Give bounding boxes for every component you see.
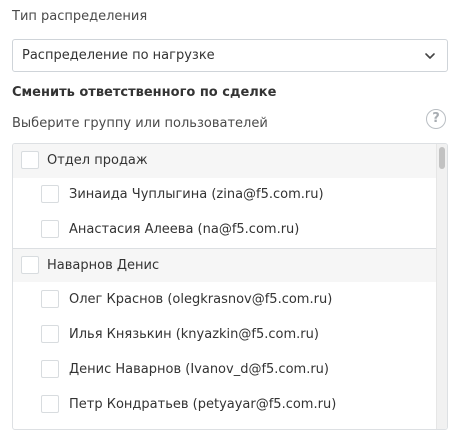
user-checkbox[interactable] (41, 325, 59, 343)
user-label: Анастасия Алеева (na@f5.com.ru) (69, 222, 300, 237)
user-row[interactable]: Зинаида Чуплыгина (zina@f5.com.ru) (13, 178, 437, 212)
distribution-type-value: Распределение по нагрузке (22, 48, 215, 63)
help-icon[interactable]: ? (426, 109, 446, 129)
user-row[interactable]: Анастасия Алеева (na@f5.com.ru) (13, 213, 437, 247)
user-checkbox[interactable] (41, 220, 59, 238)
distribution-type-select[interactable]: Распределение по нагрузке (12, 39, 448, 72)
user-row[interactable]: Денис Наварнов (Ivanov_d@f5.com.ru) (13, 353, 437, 387)
user-checkbox[interactable] (41, 360, 59, 378)
group-label: Наварнов Денис (47, 258, 160, 273)
group-checkbox[interactable] (21, 256, 39, 274)
user-label: Илья Князькин (knyazkin@f5.com.ru) (69, 327, 319, 342)
user-row[interactable]: Илья Князькин (knyazkin@f5.com.ru) (13, 318, 437, 352)
user-row[interactable]: Олег Краснов (olegkrasnov@f5.com.ru) (13, 283, 437, 317)
group-row[interactable]: Наварнов Денис (13, 248, 437, 282)
assignee-list: Отдел продаж Зинаида Чуплыгина (zina@f5.c… (12, 143, 448, 430)
group-checkbox[interactable] (21, 151, 39, 169)
list-scrollbar[interactable] (436, 144, 447, 429)
user-checkbox[interactable] (41, 290, 59, 308)
chevron-down-icon (425, 53, 435, 59)
select-hint: Выберите группу или пользователей (12, 116, 268, 131)
group-row[interactable]: Отдел продаж (13, 144, 437, 178)
user-label: Зинаида Чуплыгина (zina@f5.com.ru) (69, 187, 324, 202)
user-checkbox[interactable] (41, 185, 59, 203)
user-checkbox[interactable] (41, 395, 59, 413)
user-row[interactable]: Петр Кондратьев (petyayar@f5.com.ru) (13, 388, 437, 422)
scrollbar-thumb[interactable] (439, 147, 445, 169)
group-label: Отдел продаж (47, 153, 148, 168)
user-label: Олег Краснов (olegkrasnov@f5.com.ru) (69, 292, 333, 307)
user-label: Денис Наварнов (Ivanov_d@f5.com.ru) (69, 362, 329, 377)
user-label: Петр Кондратьев (petyayar@f5.com.ru) (69, 397, 337, 412)
section-title: Сменить ответственного по сделке (12, 85, 277, 100)
distribution-type-label: Тип распределения (12, 9, 148, 24)
